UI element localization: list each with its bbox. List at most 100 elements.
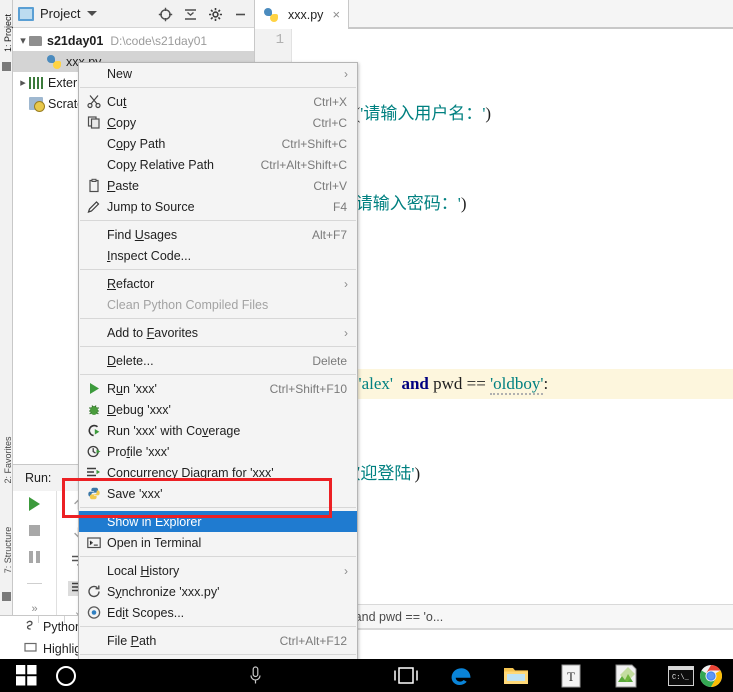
- scopes-icon: [86, 605, 101, 620]
- menu-item-cut[interactable]: Cut Ctrl+X: [79, 91, 357, 112]
- run-divider: [24, 577, 46, 590]
- pause-icon[interactable]: [24, 550, 46, 563]
- minimize-icon[interactable]: [233, 7, 248, 22]
- sync-icon: [86, 584, 101, 599]
- menu-item-copy-relative-path[interactable]: Copy Relative Path Ctrl+Alt+Shift+C: [79, 154, 357, 175]
- menu-item-file-path[interactable]: File Path Ctrl+Alt+F12: [79, 630, 357, 651]
- menu-item-label: Edit Scopes...: [107, 605, 185, 620]
- menu-item-copy[interactable]: Copy Ctrl+C: [79, 112, 357, 133]
- tool-window-favorites[interactable]: 2: Favorites: [3, 430, 13, 490]
- menu-separator: [80, 654, 356, 655]
- edge-browser-icon[interactable]: [440, 659, 482, 692]
- tool-window-project[interactable]: 1: Project: [3, 3, 13, 63]
- menu-item-run-xxx-with-coverage[interactable]: Run 'xxx' with Coverage: [79, 420, 357, 441]
- menu-item-run-xxx[interactable]: Run 'xxx' Ctrl+Shift+F10: [79, 378, 357, 399]
- menu-item-shortcut: Ctrl+C: [312, 115, 347, 130]
- file-explorer-icon[interactable]: [495, 659, 537, 692]
- menu-separator: [80, 87, 356, 88]
- submenu-arrow-icon: ›: [344, 276, 348, 291]
- code-line-6: e:: [292, 549, 733, 579]
- stop-icon[interactable]: [24, 524, 46, 537]
- menu-item-shortcut: Ctrl+Alt+Shift+C: [260, 157, 347, 172]
- clipboard-icon: [86, 178, 101, 193]
- menu-item-debug-xxx[interactable]: Debug 'xxx': [79, 399, 357, 420]
- notepad-plus-icon[interactable]: [605, 659, 647, 692]
- run-controls-column: »: [13, 491, 57, 615]
- copy-icon: [86, 115, 101, 130]
- text-editor-icon[interactable]: T: [550, 659, 592, 692]
- cortana-circle-icon[interactable]: [46, 659, 86, 692]
- menu-item-concurrency-diagram-for-xxx[interactable]: Concurrency Diagram for 'xxx': [79, 462, 357, 483]
- menu-separator: [80, 269, 356, 270]
- status-cell: [13, 616, 39, 623]
- menu-separator: [80, 374, 356, 375]
- expand-run-controls[interactable]: »: [31, 603, 37, 615]
- menu-item-label: Add to Favorites: [107, 325, 199, 340]
- run-panel-label: Run:: [25, 471, 52, 485]
- chevron-expanded-icon[interactable]: ▾: [17, 34, 29, 47]
- locate-icon[interactable]: [158, 7, 173, 22]
- editor-tab-xxx-py[interactable]: xxx.py ×: [255, 0, 350, 29]
- line-number: 1: [275, 32, 284, 48]
- library-icon: [29, 76, 43, 89]
- tool-window-structure[interactable]: 7: Structure: [3, 520, 13, 580]
- menu-item-jump-to-source[interactable]: Jump to Source F4: [79, 196, 357, 217]
- code-content[interactable]: e = input('请输入用户名：') = input('请输入密码：') n…: [292, 29, 733, 659]
- tree-node-s21day01[interactable]: ▾ s21day01 D:\code\s21day01: [13, 30, 254, 51]
- code-line-4: name == 'alex' and pwd == 'oldboy':: [292, 369, 733, 399]
- folder-icon: [29, 35, 42, 46]
- run-green-icon: [86, 381, 101, 396]
- menu-item-synchronize-xxx-py[interactable]: Synchronize 'xxx.py': [79, 581, 357, 602]
- start-windows-icon[interactable]: [4, 659, 48, 692]
- menu-item-label: Save 'xxx': [107, 486, 163, 501]
- menu-item-local-history[interactable]: Local History ›: [79, 560, 357, 581]
- menu-item-profile-xxx[interactable]: Profile 'xxx': [79, 441, 357, 462]
- menu-item-refactor[interactable]: Refactor ›: [79, 273, 357, 294]
- menu-item-add-to-favorites[interactable]: Add to Favorites ›: [79, 322, 357, 343]
- menu-item-label: Copy Path: [107, 136, 166, 151]
- menu-item-edit-scopes[interactable]: Edit Scopes...: [79, 602, 357, 623]
- menu-separator: [80, 220, 356, 221]
- menu-item-label: Run 'xxx' with Coverage: [107, 423, 241, 438]
- menu-item-new[interactable]: New ›: [79, 63, 357, 84]
- chrome-browser-icon[interactable]: [690, 659, 732, 692]
- menu-item-label: New: [107, 66, 133, 81]
- python-file-icon: [47, 54, 61, 69]
- status-cell: [39, 616, 65, 623]
- menu-item-show-in-explorer[interactable]: Show in Explorer: [79, 511, 357, 532]
- context-menu: New › Cut Ctrl+X Copy Ctrl+C Copy Path Ctrl+Shi…: [78, 62, 358, 692]
- menu-item-inspect-code[interactable]: Inspect Code...: [79, 245, 357, 266]
- tabbar-filler: [349, 0, 733, 28]
- submenu-arrow-icon: ›: [344, 325, 348, 340]
- menu-item-open-in-terminal[interactable]: Open in Terminal: [79, 532, 357, 553]
- chevron-collapsed-icon[interactable]: ▸: [17, 76, 29, 89]
- menu-item-shortcut: F4: [332, 199, 347, 214]
- project-panel-title: Project: [40, 6, 81, 21]
- project-strip-icon: [2, 62, 11, 71]
- python-file-icon: [264, 7, 278, 22]
- menu-item-label: Paste: [107, 178, 139, 193]
- menu-item-delete[interactable]: Delete... Delete: [79, 350, 357, 371]
- menu-item-label: Find Usages: [107, 227, 178, 242]
- menu-item-shortcut: Ctrl+Shift+F10: [269, 381, 347, 396]
- menu-item-save-xxx[interactable]: Save 'xxx': [79, 483, 357, 504]
- run-icon[interactable]: [24, 497, 46, 511]
- microphone-icon[interactable]: [240, 659, 270, 692]
- settings-gear-icon[interactable]: [208, 7, 223, 22]
- menu-item-shortcut: Ctrl+X: [313, 94, 347, 109]
- close-icon[interactable]: ×: [332, 7, 340, 22]
- chevron-down-icon[interactable]: [87, 11, 98, 16]
- tree-node-label: s21day01: [47, 33, 104, 48]
- code-line-2: = input('请输入密码：'): [298, 194, 467, 213]
- menu-item-paste[interactable]: Paste Ctrl+V: [79, 175, 357, 196]
- pencil-icon: [86, 199, 101, 214]
- task-view-icon[interactable]: [385, 659, 427, 692]
- menu-item-label: Local History: [107, 563, 180, 578]
- collapse-all-icon[interactable]: [183, 7, 198, 22]
- menu-item-copy-path[interactable]: Copy Path Ctrl+Shift+C: [79, 133, 357, 154]
- coverage-icon: [86, 423, 101, 438]
- menu-item-label: Clean Python Compiled Files: [107, 297, 269, 312]
- menu-item-find-usages[interactable]: Find Usages Alt+F7: [79, 224, 357, 245]
- menu-item-label: Refactor: [107, 276, 155, 291]
